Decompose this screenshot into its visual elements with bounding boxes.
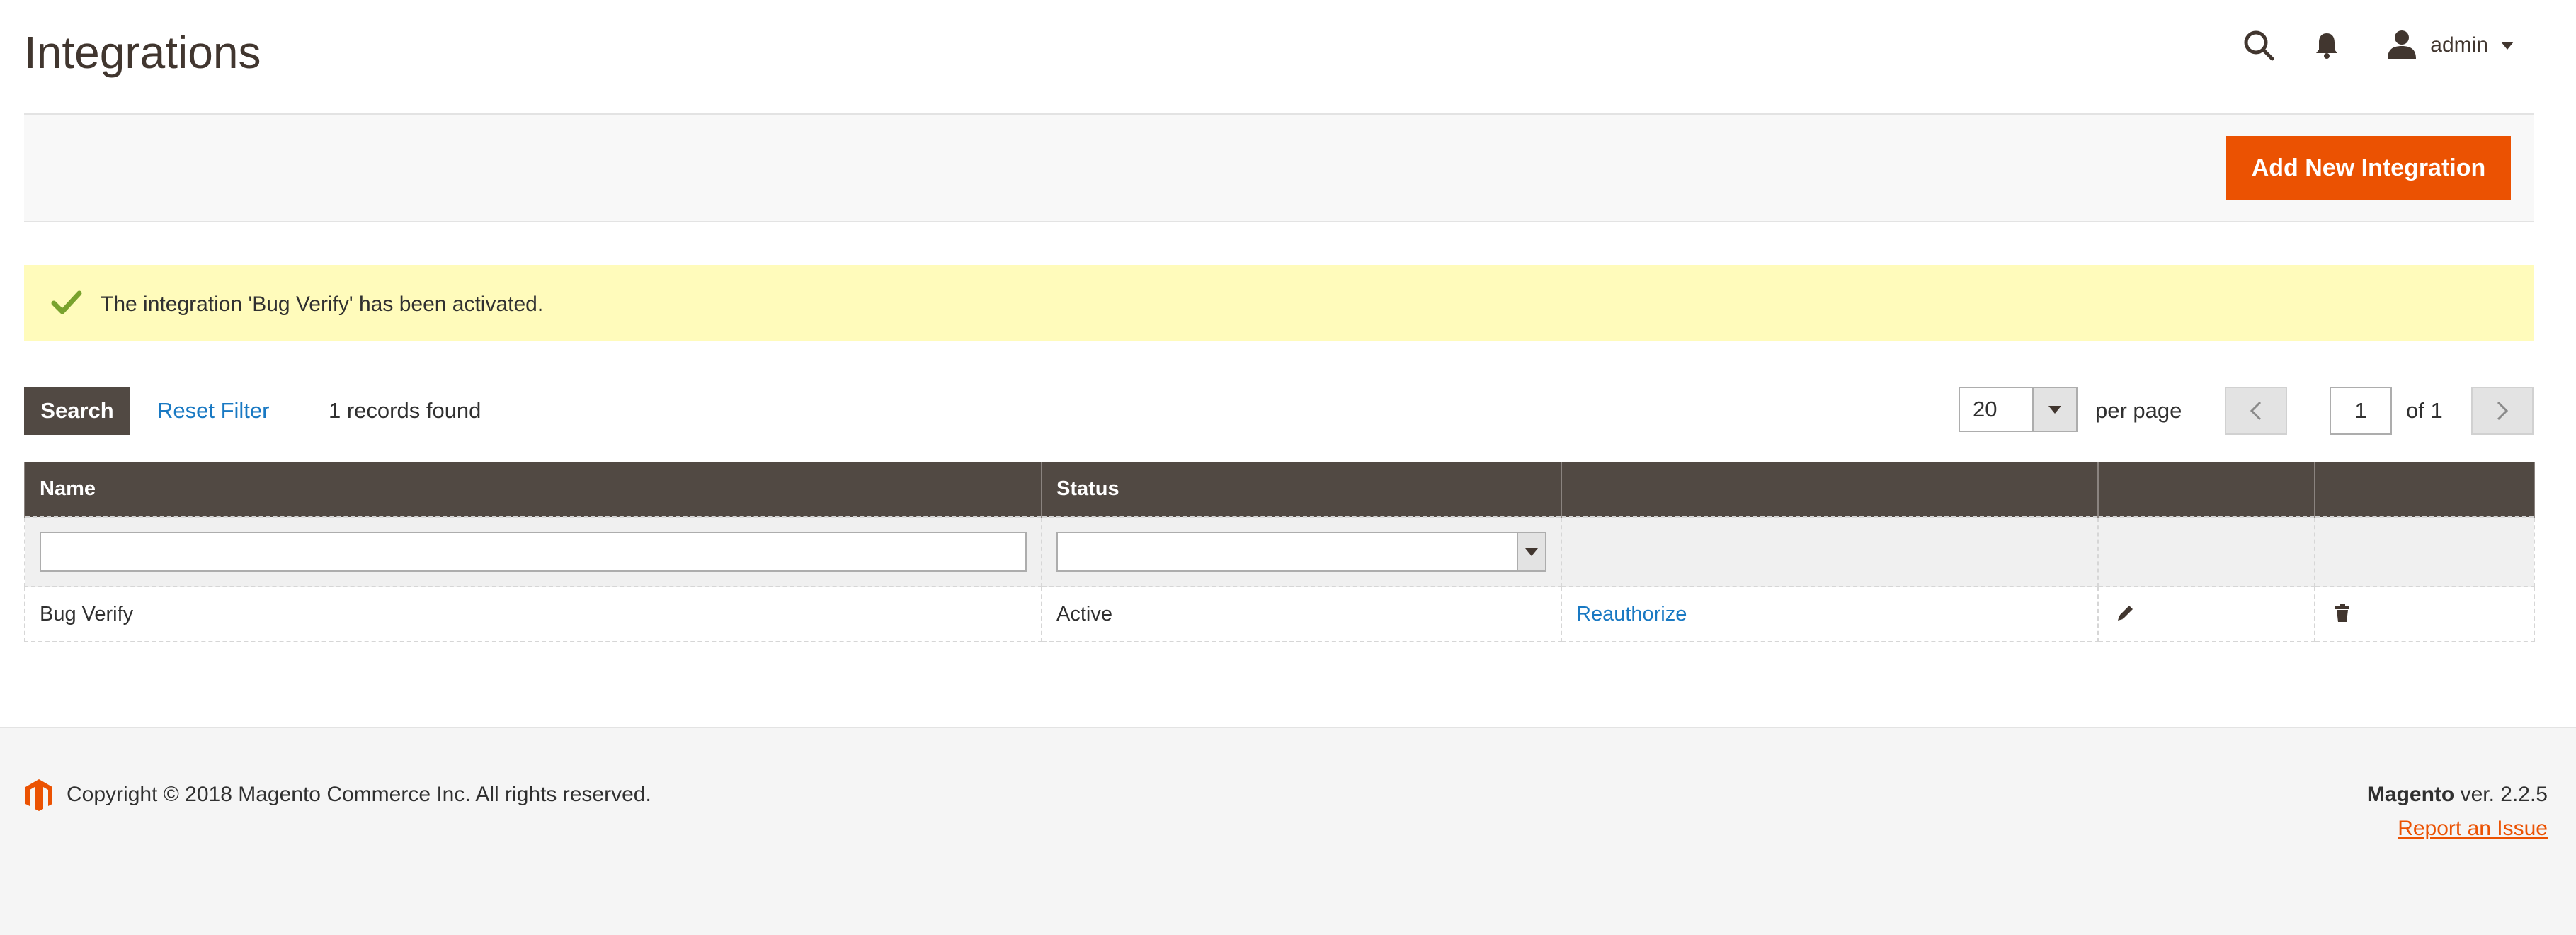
pencil-icon[interactable] — [2113, 600, 2138, 625]
row-name: Bug Verify — [24, 586, 1042, 642]
column-header-delete — [2314, 462, 2535, 517]
row-status: Active — [1041, 586, 1562, 642]
status-filter-select[interactable] — [1056, 532, 1546, 572]
filter-empty-cell — [2097, 516, 2315, 587]
per-page-value: 20 — [1973, 397, 1997, 421]
header-actions: admin — [2212, 26, 2514, 65]
chevron-down-icon — [1525, 548, 1538, 556]
page-footer: Copyright © 2018 Magento Commerce Inc. A… — [0, 727, 2576, 935]
trash-icon[interactable] — [2330, 600, 2355, 625]
reset-filter-link[interactable]: Reset Filter — [157, 397, 269, 425]
name-filter-input[interactable] — [40, 532, 1027, 572]
user-menu[interactable]: admin — [2386, 29, 2514, 62]
copyright-text: Copyright © 2018 Magento Commerce Inc. A… — [67, 783, 651, 806]
records-count: 1 records found — [329, 398, 481, 423]
table-row: Bug Verify Active Reauthorize — [24, 586, 2535, 642]
row-action-cell: Reauthorize — [1561, 586, 2099, 642]
row-delete-cell — [2314, 586, 2535, 642]
integrations-grid: Name Status Bug Verify Active Reauthoriz… — [24, 462, 2535, 642]
search-icon[interactable] — [2238, 24, 2280, 67]
filter-row — [24, 516, 2535, 587]
checkmark-icon — [50, 286, 84, 320]
chevron-down-icon — [2048, 405, 2061, 414]
user-name: admin — [2430, 33, 2488, 57]
column-header-name[interactable]: Name — [24, 462, 1042, 517]
message-text: The integration 'Bug Verify' has been ac… — [101, 293, 544, 316]
reauthorize-link[interactable]: Reauthorize — [1576, 603, 1687, 625]
user-icon — [2386, 29, 2417, 62]
bell-icon[interactable] — [2306, 24, 2348, 67]
chevron-left-icon — [2250, 401, 2262, 421]
success-message: The integration 'Bug Verify' has been ac… — [24, 265, 2534, 341]
next-page-button[interactable] — [2471, 387, 2534, 435]
brand-name: Magento — [2366, 783, 2455, 806]
chevron-right-icon — [2497, 401, 2509, 421]
search-button[interactable]: Search — [24, 387, 130, 435]
magento-logo-icon — [24, 778, 54, 812]
page-actions-bar: Add New Integration — [24, 113, 2534, 222]
status-filter-cell — [1041, 516, 1562, 587]
chevron-down-icon — [2501, 41, 2514, 50]
previous-page-button[interactable] — [2225, 387, 2287, 435]
version-info: Magento ver. 2.2.5 — [2367, 781, 2548, 809]
add-new-integration-button[interactable]: Add New Integration — [2226, 136, 2511, 200]
status-filter-dropdown-button[interactable] — [1517, 533, 1545, 570]
version-text: ver. 2.2.5 — [2460, 783, 2548, 806]
per-page-select[interactable]: 20 — [1959, 387, 2078, 432]
name-filter-cell — [24, 516, 1042, 587]
per-page-label: per page — [2095, 398, 2182, 423]
grid-toolbar: Search Reset Filter 1 records found 20 p… — [24, 387, 2534, 435]
filter-empty-cell — [2314, 516, 2535, 587]
report-issue-link[interactable]: Report an Issue — [2398, 815, 2548, 843]
column-header-status[interactable]: Status — [1041, 462, 1562, 517]
column-header-edit — [2097, 462, 2315, 517]
page-title: Integrations — [24, 27, 261, 78]
page-header: Integrations admin — [0, 0, 2576, 113]
grid-header-row: Name Status — [24, 462, 2535, 517]
column-header-action — [1561, 462, 2099, 517]
per-page-dropdown-button[interactable] — [2032, 388, 2076, 431]
current-page-input[interactable] — [2330, 387, 2392, 435]
filter-empty-cell — [1561, 516, 2099, 587]
page-total: of 1 — [2406, 398, 2443, 423]
row-edit-cell — [2097, 586, 2315, 642]
